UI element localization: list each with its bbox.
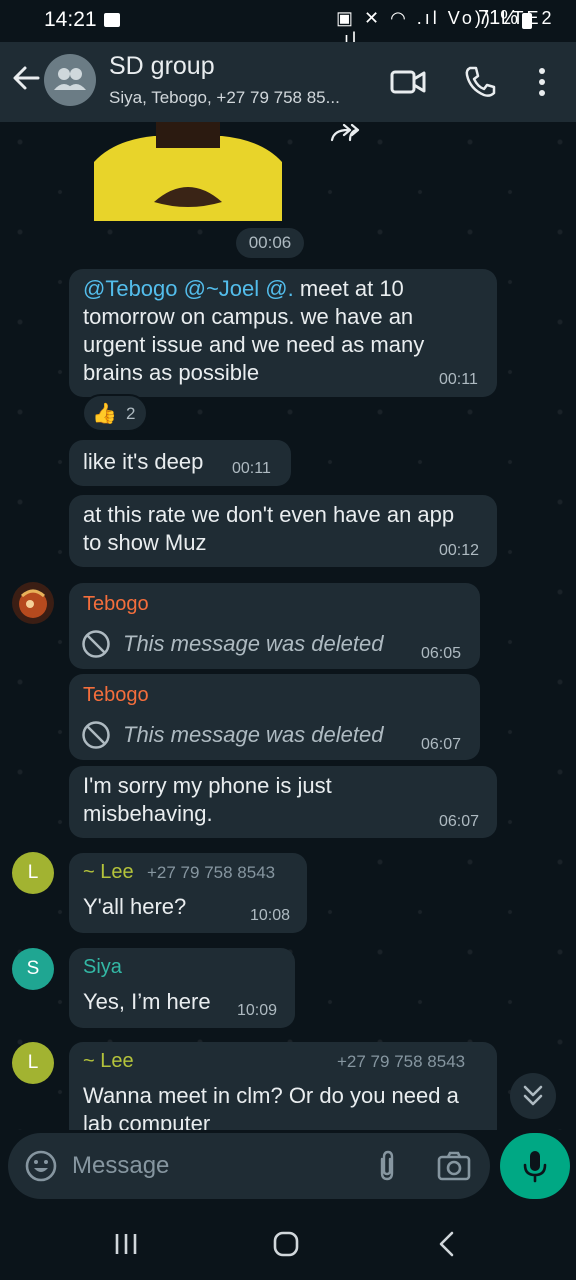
back-arrow-icon[interactable] <box>8 60 44 96</box>
message-text: @Tebogo @~Joel @. meet at 10 <box>83 276 404 301</box>
thumbs-up-icon: 👍 <box>92 403 117 425</box>
image-message[interactable] <box>94 122 282 221</box>
sender-name[interactable]: Tebogo <box>83 684 149 707</box>
chat-area[interactable]: 00:06 @Tebogo @~Joel @. meet at 10 tomor… <box>0 122 576 1130</box>
battery-icon <box>522 13 532 29</box>
forward-icon[interactable] <box>328 122 360 144</box>
gallery-notification-icon <box>104 13 120 27</box>
scroll-to-bottom-button[interactable] <box>510 1073 556 1119</box>
deleted-icon <box>82 721 110 749</box>
image-timestamp: 00:06 <box>236 228 304 258</box>
deleted-message-text: This message was deleted <box>123 722 384 747</box>
emoji-icon[interactable] <box>24 1149 58 1183</box>
message-bubble[interactable]: @Tebogo @~Joel @. meet at 10 tomorrow on… <box>69 269 497 397</box>
tebogo-avatar[interactable] <box>12 582 54 624</box>
message-bubble[interactable]: ~ Lee +27 79 758 8543 Wanna meet in clm?… <box>69 1042 497 1130</box>
message-time: 06:07 <box>421 736 462 753</box>
chat-header: SD group Siya, Tebogo, +27 79 758 85... <box>0 42 576 122</box>
home-icon[interactable] <box>266 1224 306 1264</box>
recent-apps-icon[interactable] <box>106 1224 146 1264</box>
mention-text[interactable]: @Tebogo @~Joel @. <box>83 276 294 301</box>
system-navigation-bar <box>0 1208 576 1280</box>
message-time: 00:11 <box>232 460 271 477</box>
camera-icon[interactable] <box>436 1149 472 1183</box>
message-input[interactable] <box>72 1147 362 1185</box>
double-chevron-down-icon <box>523 1085 543 1106</box>
group-avatar-icon <box>54 68 86 90</box>
message-text: at this rate we don't even have an app <box>83 502 455 527</box>
person-photo <box>94 122 282 221</box>
sender-name[interactable]: Siya <box>83 956 122 979</box>
message-text: Yes, I’m here <box>83 989 211 1014</box>
message-bubble[interactable]: like it's deep 00:11 <box>69 440 291 486</box>
status-time: 14:21 <box>44 8 97 31</box>
lee-avatar[interactable]: L <box>12 852 54 894</box>
lee-avatar[interactable]: L <box>12 1042 54 1084</box>
message-composer <box>8 1133 490 1199</box>
message-text: I'm sorry my phone is just <box>83 773 332 798</box>
group-avatar[interactable] <box>44 54 96 106</box>
message-bubble[interactable]: Siya Yes, I’m here 10:09 <box>69 948 295 1028</box>
message-time: 00:12 <box>439 542 480 559</box>
siya-avatar[interactable]: S <box>12 948 54 990</box>
message-text: Y'all here? <box>83 894 187 919</box>
message-bubble[interactable]: at this rate we don't even have an app t… <box>69 495 497 567</box>
group-members[interactable]: Siya, Tebogo, +27 79 758 85... <box>109 88 340 108</box>
message-time: 06:07 <box>439 813 480 830</box>
voice-call-icon[interactable] <box>460 62 500 102</box>
sender-name[interactable]: ~ Lee <box>83 1050 134 1073</box>
message-bubble[interactable]: ~ Lee +27 79 758 8543 Y'all here? 10:08 <box>69 853 307 933</box>
group-title[interactable]: SD group <box>109 52 215 81</box>
message-time: 10:08 <box>250 907 291 924</box>
message-bubble[interactable]: Tebogo This message was deleted 06:07 <box>69 674 480 760</box>
more-options-icon[interactable] <box>522 62 562 102</box>
message-bubble[interactable]: I'm sorry my phone is just misbehaving. … <box>69 766 497 838</box>
reaction-badge[interactable]: 👍 2 <box>82 394 148 432</box>
message-time: 06:05 <box>421 645 462 662</box>
sender-phone: +27 79 758 8543 <box>147 863 276 882</box>
reaction-count: 2 <box>126 404 136 423</box>
message-text: Wanna meet in clm? Or do you need a <box>83 1083 459 1108</box>
message-time: 10:09 <box>237 1002 278 1019</box>
message-bubble[interactable]: Tebogo This message was deleted 06:05 <box>69 583 480 669</box>
message-time: 00:11 <box>439 371 478 388</box>
attach-icon[interactable] <box>372 1149 402 1183</box>
status-bar: 14:21 ▣ ✕ ◠ .ıl Vo)) LTE2 .ıl 71% <box>0 0 576 49</box>
deleted-icon <box>82 630 110 658</box>
battery-level: 71% <box>478 7 519 29</box>
microphone-icon <box>523 1151 547 1183</box>
sender-name[interactable]: Tebogo <box>83 593 149 616</box>
video-call-icon[interactable] <box>388 62 428 102</box>
sender-phone: +27 79 758 8543 <box>337 1052 466 1071</box>
deleted-message-text: This message was deleted <box>123 631 384 656</box>
message-text: like it's deep <box>83 449 204 474</box>
sender-name[interactable]: ~ Lee <box>83 861 134 884</box>
voice-message-button[interactable] <box>500 1133 570 1199</box>
back-nav-icon[interactable] <box>428 1224 468 1264</box>
